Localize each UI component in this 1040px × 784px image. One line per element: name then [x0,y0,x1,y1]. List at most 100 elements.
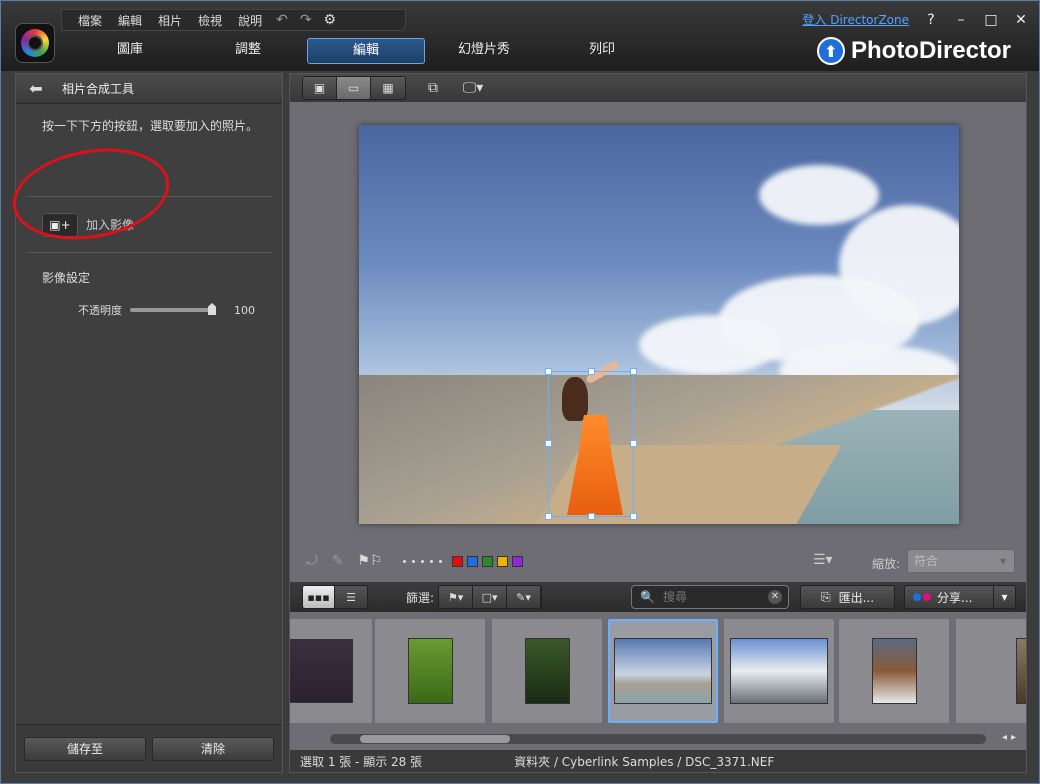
flag-icon[interactable]: ⚑⚐ [357,553,382,569]
thumbnail[interactable] [375,619,485,723]
filmstrip-layout-group: ▪▪▪ ☰ [302,585,368,609]
search-box: 🔍 ✕ [631,585,789,609]
rating-dot[interactable] [402,559,406,563]
arrow-left-icon[interactable]: ⬅ [24,79,48,98]
scroll-right-icon[interactable]: ▸ [1011,732,1016,743]
tab-edit[interactable]: 編輯 [307,38,425,64]
selection-status: 選取 1 張 - 顯示 28 張 [300,754,423,769]
opacity-value: 100 [234,303,255,317]
zoom-label: 縮放: [872,557,901,571]
filmstrip-view-icon[interactable]: ▪▪▪ [303,586,335,608]
rating-dot[interactable] [438,559,442,563]
color-label-green[interactable] [481,555,493,567]
grid-view-icon[interactable]: ▦ [371,77,405,99]
resize-handle[interactable] [545,513,552,520]
title-bar: 檔案 編輯 相片 檢視 說明 ↶ ↷ ⚙ 登入 DirectorZone ? –… [1,1,1039,71]
opacity-slider-thumb[interactable] [208,303,216,315]
share-button[interactable]: 分享... ▾ [904,585,1016,609]
view-toolbar: ▣ ▭ ▦ ⧉ 🖵▾ [290,74,1026,102]
thumbnail[interactable] [839,619,949,723]
thumbnail-image [871,638,917,704]
color-label-yellow[interactable] [496,555,508,567]
thumbnail[interactable] [492,619,602,723]
monitor-icon[interactable]: 🖵▾ [460,77,486,99]
menu-edit[interactable]: 編輯 [118,12,142,29]
scrollbar-thumb[interactable] [360,735,510,743]
resize-handle[interactable] [630,368,637,375]
menu-view[interactable]: 檢視 [198,12,222,29]
rating-dot[interactable] [429,559,433,563]
fit-window-icon[interactable]: ⧉ [420,77,446,99]
thumbnail-image [730,638,828,704]
opacity-row: 不透明度 100 [16,286,282,318]
flag-filter-icon[interactable]: ⚑▾ [439,586,474,608]
share-icon [913,593,931,601]
rating-dot[interactable] [411,559,415,563]
thumbnail[interactable] [290,619,372,723]
resize-handle[interactable] [630,440,637,447]
single-view-icon[interactable]: ▭ [337,77,371,99]
resize-handle[interactable] [588,513,595,520]
brand: ⬆ PhotoDirector [816,37,1011,65]
scroll-left-icon[interactable]: ◂ [1002,732,1007,743]
thumbnail-selected[interactable] [608,619,718,723]
resize-handle[interactable] [545,368,552,375]
undo-icon[interactable]: ↶ [276,12,288,28]
opacity-slider[interactable] [130,303,216,315]
chevron-down-icon[interactable]: ▾ [993,586,1015,608]
filmstrip-toolbar: ▪▪▪ ☰ 篩選: ⚑▾ □▾ ✎▾ 🔍 ✕ ⎘ 匯出... [290,582,1026,612]
menu-bar: 檔案 編輯 相片 檢視 說明 ↶ ↷ ⚙ [61,9,406,31]
menu-photo[interactable]: 相片 [158,12,182,29]
thumbnail-image [614,638,712,704]
zoom-select[interactable]: 符合 [907,549,1015,573]
clear-button[interactable]: 清除 [152,736,274,761]
rotate-icon[interactable]: ⤾ [306,553,318,569]
color-label-purple[interactable] [511,555,523,567]
maximize-button[interactable]: □ [983,12,999,28]
app-logo-icon[interactable] [15,23,55,63]
search-icon: 🔍 [640,590,655,604]
thumbnail-image [1016,638,1026,704]
panel-title: 相片合成工具 [62,82,135,96]
tab-library[interactable]: 圖庫 [71,38,189,64]
save-to-button[interactable]: 儲存至 [24,736,146,761]
edit-filter-icon[interactable]: ✎▾ [507,586,542,608]
redo-icon[interactable]: ↷ [300,12,312,28]
label-filter-icon[interactable]: □▾ [473,586,508,608]
clear-search-icon[interactable]: ✕ [768,590,782,604]
filmstrip-scrollbar[interactable] [330,734,986,744]
search-input[interactable] [662,590,773,604]
help-button[interactable]: ? [923,12,939,28]
rating-dot[interactable] [420,559,424,563]
resize-handle[interactable] [630,513,637,520]
export-button[interactable]: ⎘ 匯出... [800,585,895,609]
color-label-blue[interactable] [466,555,478,567]
color-label-red[interactable] [451,555,463,567]
merge-selection-box[interactable] [545,368,637,520]
compare-view-icon[interactable]: ▣ [303,77,337,99]
gear-icon[interactable]: ⚙ [324,12,337,28]
photo-canvas[interactable] [359,125,959,524]
rating-dots[interactable] [402,559,442,563]
minimize-button[interactable]: – [953,12,969,28]
list-options-icon[interactable]: ☰▾ [813,552,833,568]
brush-icon[interactable]: ✎ [332,553,344,569]
close-button[interactable]: ✕ [1013,12,1029,28]
resize-handle[interactable] [588,368,595,375]
list-view-icon[interactable]: ☰ [335,586,367,608]
tab-print[interactable]: 列印 [543,38,661,64]
scroll-arrows: ◂ ▸ [1002,732,1016,743]
thumbnail[interactable] [956,619,1026,723]
thumbnail[interactable] [724,619,834,723]
menu-help[interactable]: 說明 [238,12,262,29]
menu-file[interactable]: 檔案 [78,12,102,29]
workspace: ▣ ▭ ▦ ⧉ 🖵▾ ⤾ ✎ ⚑⚐ ☰▾ 縮放: 符合 ▾ ▪▪▪ ☰ 篩選: … [289,73,1027,773]
export-icon: ⎘ [820,589,831,604]
resize-handle[interactable] [545,440,552,447]
status-bar: 選取 1 張 - 顯示 28 張 資料夾 / Cyberlink Samples… [290,750,1026,772]
tab-adjust[interactable]: 調整 [189,38,307,64]
brand-upload-icon: ⬆ [816,37,845,65]
login-link[interactable]: 登入 DirectorZone [802,11,909,28]
tab-slideshow[interactable]: 幻燈片秀 [425,38,543,64]
opacity-label: 不透明度 [78,304,122,317]
